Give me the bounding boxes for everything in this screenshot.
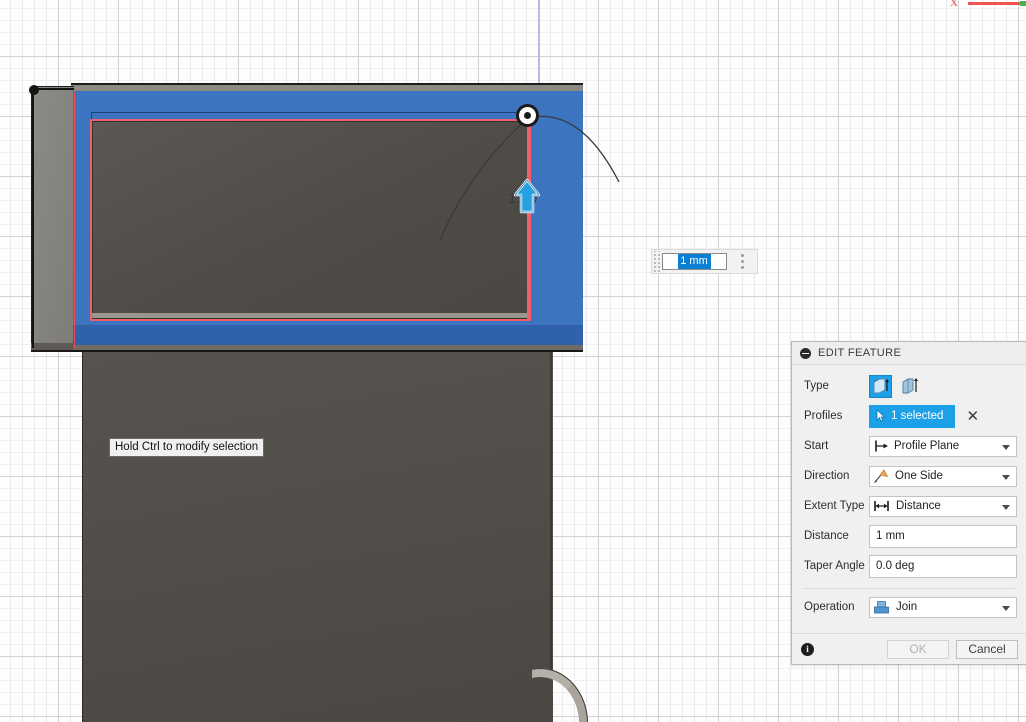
extrude-direction-arrow[interactable] bbox=[512, 178, 542, 214]
one-side-direction-icon bbox=[874, 468, 889, 483]
slab-side-bottom-edge bbox=[31, 343, 76, 352]
operation-dropdown[interactable]: Join bbox=[869, 596, 1017, 618]
profiles-chip-label: 1 selected bbox=[891, 410, 944, 422]
manipulator-handle-dot bbox=[524, 112, 531, 119]
slab-left-side-face[interactable] bbox=[31, 86, 74, 351]
type-label: Type bbox=[804, 380, 829, 392]
slab-left-edge bbox=[32, 88, 34, 348]
distance-measure-icon bbox=[874, 501, 889, 511]
row-type: Type bbox=[792, 371, 1026, 401]
info-icon[interactable]: i bbox=[801, 642, 814, 656]
axis-x-label: X bbox=[950, 0, 958, 9]
ok-button[interactable]: OK bbox=[887, 639, 949, 659]
slab-bottom-edge bbox=[73, 345, 583, 352]
distance-inline-value: 1 mm bbox=[678, 254, 711, 269]
row-distance: Distance 1 mm bbox=[792, 521, 1026, 551]
value-popup-more-menu[interactable] bbox=[727, 254, 757, 269]
extrude-profile-icon[interactable] bbox=[869, 374, 892, 398]
row-start: Start Profile Plane bbox=[792, 431, 1026, 461]
collapse-icon[interactable] bbox=[800, 347, 811, 359]
row-extent-type: Extent Type Distance bbox=[792, 491, 1026, 521]
profiles-selection-chip[interactable]: 1 selected bbox=[869, 404, 956, 428]
inline-value-popup[interactable]: 1 mm bbox=[651, 249, 758, 274]
edit-feature-dialog[interactable]: EDIT FEATURE Type Profiles 1 selected ✕ … bbox=[791, 341, 1026, 665]
selection-tooltip: Hold Ctrl to modify selection bbox=[109, 438, 265, 457]
profile-vertical-edge bbox=[527, 119, 529, 321]
axis-x-endpoint bbox=[1020, 1, 1026, 6]
start-dropdown[interactable]: Profile Plane bbox=[869, 435, 1017, 457]
dialog-title: EDIT FEATURE bbox=[818, 347, 902, 359]
direction-label: Direction bbox=[804, 470, 850, 482]
cancel-button[interactable]: Cancel bbox=[956, 639, 1018, 659]
origin-point-marker[interactable] bbox=[29, 85, 39, 95]
taper-angle-input[interactable]: 0.0 deg bbox=[869, 554, 1017, 578]
chevron-down-icon[interactable] bbox=[1002, 605, 1010, 611]
cursor-icon bbox=[876, 410, 886, 422]
model-body-front-face[interactable] bbox=[82, 346, 553, 722]
distance-label: Distance bbox=[804, 530, 849, 542]
clear-selection-icon[interactable]: ✕ bbox=[966, 409, 979, 424]
operation-label: Operation bbox=[804, 601, 855, 613]
dot-2 bbox=[740, 260, 744, 263]
row-profiles: Profiles 1 selected ✕ bbox=[792, 401, 1026, 431]
chevron-down-icon[interactable] bbox=[1002, 474, 1010, 480]
join-operation-icon bbox=[874, 600, 889, 613]
profile-selection-outline bbox=[90, 119, 531, 321]
row-taper-angle: Taper Angle 0.0 deg bbox=[792, 551, 1026, 581]
body-right-edge bbox=[550, 346, 552, 676]
value-popup-grip[interactable] bbox=[652, 251, 660, 272]
row-operation: Operation Join bbox=[792, 589, 1026, 625]
chevron-down-icon[interactable] bbox=[1002, 444, 1010, 450]
direction-value: One Side bbox=[895, 470, 943, 482]
slab-top-left-edge bbox=[34, 88, 74, 90]
extent-type-dropdown[interactable]: Distance bbox=[869, 495, 1017, 517]
dot-3 bbox=[740, 266, 744, 269]
body-fillet-curve bbox=[532, 668, 590, 722]
direction-dropdown[interactable]: One Side bbox=[869, 465, 1017, 487]
axis-z-line bbox=[538, 0, 540, 84]
row-direction: Direction One Side bbox=[792, 461, 1026, 491]
profile-outer-edge bbox=[74, 92, 75, 348]
extent-type-label: Extent Type bbox=[804, 500, 865, 512]
taper-angle-label: Taper Angle bbox=[804, 560, 865, 572]
dot-1 bbox=[740, 254, 744, 257]
profiles-label: Profiles bbox=[804, 410, 843, 422]
extrude-two-sides-icon[interactable] bbox=[899, 375, 922, 398]
start-value: Profile Plane bbox=[894, 440, 960, 452]
dialog-footer: i OK Cancel bbox=[792, 633, 1026, 664]
extent-type-value: Distance bbox=[896, 500, 941, 512]
operation-value: Join bbox=[896, 601, 918, 613]
start-label: Start bbox=[804, 440, 829, 452]
profile-plane-icon bbox=[875, 440, 888, 452]
dialog-body: Type Profiles 1 selected ✕ Start Profile… bbox=[792, 365, 1026, 625]
dialog-header[interactable]: EDIT FEATURE bbox=[792, 342, 1026, 365]
distance-inline-input[interactable]: 1 mm bbox=[662, 253, 727, 270]
chevron-down-icon[interactable] bbox=[1002, 504, 1010, 510]
distance-input[interactable]: 1 mm bbox=[869, 524, 1017, 548]
axis-x-line bbox=[968, 2, 1026, 5]
